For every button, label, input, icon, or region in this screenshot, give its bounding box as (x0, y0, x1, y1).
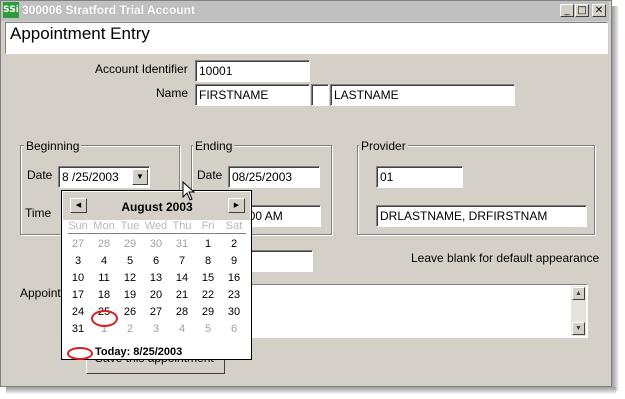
provider-code-field[interactable]: 01 (376, 166, 463, 188)
calendar-day[interactable]: 13 (143, 272, 169, 284)
weekday-label: Fri (201, 220, 215, 232)
calendar-day-other-month[interactable]: 6 (221, 323, 247, 335)
calendar-day[interactable]: 18 (91, 289, 117, 301)
calendar-day[interactable]: 24 (65, 306, 91, 318)
account-identifier-field[interactable]: 10001 (195, 60, 310, 82)
ending-group-label: Ending (193, 139, 235, 153)
calendar-day[interactable]: 10 (65, 272, 91, 284)
calendar-day[interactable]: 4 (91, 255, 117, 267)
calendar-day[interactable]: 15 (195, 272, 221, 284)
window-shadow-bottom (6, 387, 616, 394)
calendar-day-other-month[interactable]: 30 (143, 238, 169, 250)
calendar-day-other-month[interactable]: 5 (195, 323, 221, 335)
today-link[interactable]: Today: 8/25/2003 (95, 346, 182, 358)
triangle-right-icon: ▶ (233, 202, 240, 209)
weekday-label: Sun (68, 220, 88, 232)
provider-group-label: Provider (359, 139, 408, 153)
appointment-notes-label: Appoint (20, 286, 61, 300)
selected-day-circle (91, 310, 118, 327)
window-title: 300006 Stratford Trial Account (22, 3, 195, 17)
calendar-dropdown: ◀ August 2003 ▶ Sun Mon Tue Wed Thu Fri Sat 27… (61, 190, 252, 360)
calendar-day[interactable]: 16 (221, 272, 247, 284)
previous-month-button[interactable]: ◀ (70, 198, 87, 213)
calendar-day[interactable]: 31 (65, 323, 91, 335)
weekday-divider (68, 233, 246, 234)
account-identifier-label: Account Identifier (95, 62, 188, 76)
calendar-day[interactable]: 17 (65, 289, 91, 301)
calendar-day[interactable]: 9 (221, 255, 247, 267)
calendar-day-other-month[interactable]: 31 (169, 238, 195, 250)
calendar-day-other-month[interactable]: 4 (169, 323, 195, 335)
last-name-field[interactable]: LASTNAME (330, 84, 515, 106)
calendar-day[interactable]: 29 (195, 306, 221, 318)
calendar-day[interactable]: 22 (195, 289, 221, 301)
next-month-button[interactable]: ▶ (228, 198, 245, 213)
mouse-pointer-icon (182, 181, 196, 201)
calendar-day-other-month[interactable]: 28 (91, 238, 117, 250)
triangle-left-icon: ◀ (75, 202, 82, 209)
calendar-day[interactable]: 11 (91, 272, 117, 284)
window-shadow-right (612, 6, 619, 391)
weekday-label: Thu (172, 220, 192, 232)
calendar-day[interactable]: 1 (195, 238, 221, 250)
triangle-up-icon: ▲ (575, 290, 582, 297)
weekday-label: Wed (144, 220, 168, 232)
calendar-day[interactable]: 23 (221, 289, 247, 301)
beginning-date-label: Date (27, 168, 53, 182)
calendar-day[interactable]: 12 (117, 272, 143, 284)
weekday-label: Mon (93, 220, 115, 232)
calendar-day[interactable]: 7 (169, 255, 195, 267)
close-button[interactable]: ✕ (592, 4, 606, 17)
weekday-label: Sat (225, 220, 243, 232)
appearance-field[interactable] (250, 250, 313, 272)
middle-initial-field[interactable] (311, 84, 329, 106)
page-title: Appointment Entry (10, 24, 150, 43)
calendar-day[interactable]: 19 (117, 289, 143, 301)
calendar-day[interactable]: 5 (117, 255, 143, 267)
calendar-day-other-month[interactable]: 3 (143, 323, 169, 335)
appointment-notes-textarea[interactable] (250, 284, 588, 338)
beginning-date-dropdown-button[interactable]: ▼ (132, 169, 148, 185)
calendar-day[interactable]: 3 (65, 255, 91, 267)
calendar-day-other-month[interactable]: 2 (117, 323, 143, 335)
appearance-hint: Leave blank for default appearance (411, 251, 600, 265)
ending-date-label: Date (197, 168, 223, 182)
minimize-button[interactable]: _ (560, 4, 574, 17)
calendar-day-other-month[interactable]: 27 (65, 238, 91, 250)
calendar-day-other-month[interactable]: 29 (117, 238, 143, 250)
beginning-group-label: Beginning (24, 139, 82, 153)
calendar-day[interactable]: 8 (195, 255, 221, 267)
calendar-day[interactable]: 28 (169, 306, 195, 318)
ssi-logo-icon[interactable]: SSi (3, 2, 19, 18)
calendar-day[interactable]: 27 (143, 306, 169, 318)
calendar-day[interactable]: 26 (117, 306, 143, 318)
scroll-up-button[interactable]: ▲ (572, 287, 585, 300)
provider-name-field[interactable]: DRLASTNAME, DRFIRSTNAM (376, 205, 587, 227)
maximize-button[interactable]: □ (575, 4, 589, 17)
calendar-day[interactable]: 20 (143, 289, 169, 301)
name-label: Name (156, 86, 189, 100)
calendar-day[interactable]: 2 (221, 238, 247, 250)
first-name-field[interactable]: FIRSTNAME (195, 84, 310, 106)
weekday-label: Tue (120, 220, 140, 232)
scroll-down-button[interactable]: ▼ (572, 322, 585, 335)
triangle-down-icon: ▼ (136, 172, 144, 181)
beginning-time-label: Time (25, 206, 52, 220)
today-circle-icon (67, 347, 93, 360)
ending-date-field[interactable]: 08/25/2003 (228, 166, 320, 188)
calendar-day[interactable]: 30 (221, 306, 247, 318)
calendar-day[interactable]: 6 (143, 255, 169, 267)
calendar-day[interactable]: 21 (169, 289, 195, 301)
triangle-down-icon: ▼ (575, 325, 582, 332)
calendar-day[interactable]: 14 (169, 272, 195, 284)
